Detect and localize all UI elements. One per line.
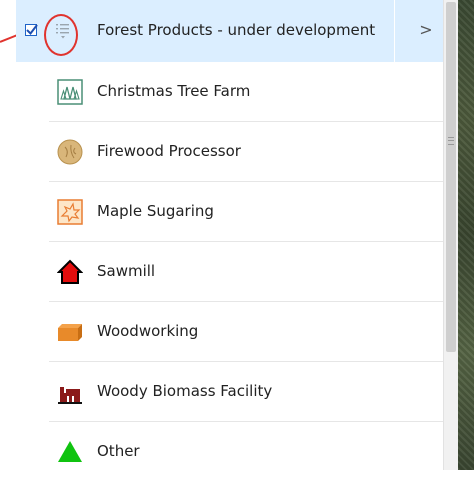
list-item-label: Christmas Tree Farm: [97, 82, 251, 100]
list-item-christmas-tree-farm[interactable]: Christmas Tree Farm: [49, 62, 443, 122]
list-item-sawmill[interactable]: Sawmill: [49, 242, 443, 302]
list-item-label: Sawmill: [97, 262, 156, 280]
scrollbar-grip-icon: [448, 137, 454, 145]
list-item-label: Firewood Processor: [97, 142, 241, 160]
christmas-tree-farm-icon: [57, 79, 83, 105]
layer-visibility-checkbox[interactable]: [25, 24, 38, 36]
chevron-right-icon[interactable]: >: [417, 19, 435, 41]
maple-leaf-icon: [57, 199, 83, 225]
list-item-label: Other: [97, 442, 140, 460]
firewood-icon: [57, 139, 83, 165]
list-item-label: Woodworking: [97, 322, 199, 340]
list-item-woody-biomass-facility[interactable]: Woody Biomass Facility: [49, 362, 443, 422]
house-icon: [57, 259, 83, 284]
list-item-other[interactable]: Other: [49, 422, 443, 482]
list-item-firewood-processor[interactable]: Firewood Processor: [49, 122, 443, 182]
map-background[interactable]: [458, 0, 474, 470]
header-divider: [394, 0, 395, 62]
layer-list-panel: Forest Products - under development > Ch…: [0, 0, 443, 470]
annotation-circle: [44, 14, 78, 56]
box-icon: [58, 324, 82, 341]
list-item-label: Maple Sugaring: [97, 202, 214, 220]
vertical-scrollbar[interactable]: [443, 0, 459, 470]
layer-group-title: Forest Products - under development: [97, 21, 376, 39]
triangle-icon: [58, 441, 82, 462]
list-item-woodworking[interactable]: Woodworking: [49, 302, 443, 362]
layer-group-header[interactable]: Forest Products - under development >: [16, 0, 443, 62]
scrollbar-thumb[interactable]: [446, 2, 456, 352]
list-item-label: Woody Biomass Facility: [97, 382, 273, 400]
list-item-maple-sugaring[interactable]: Maple Sugaring: [49, 182, 443, 242]
factory-icon: [58, 387, 82, 404]
